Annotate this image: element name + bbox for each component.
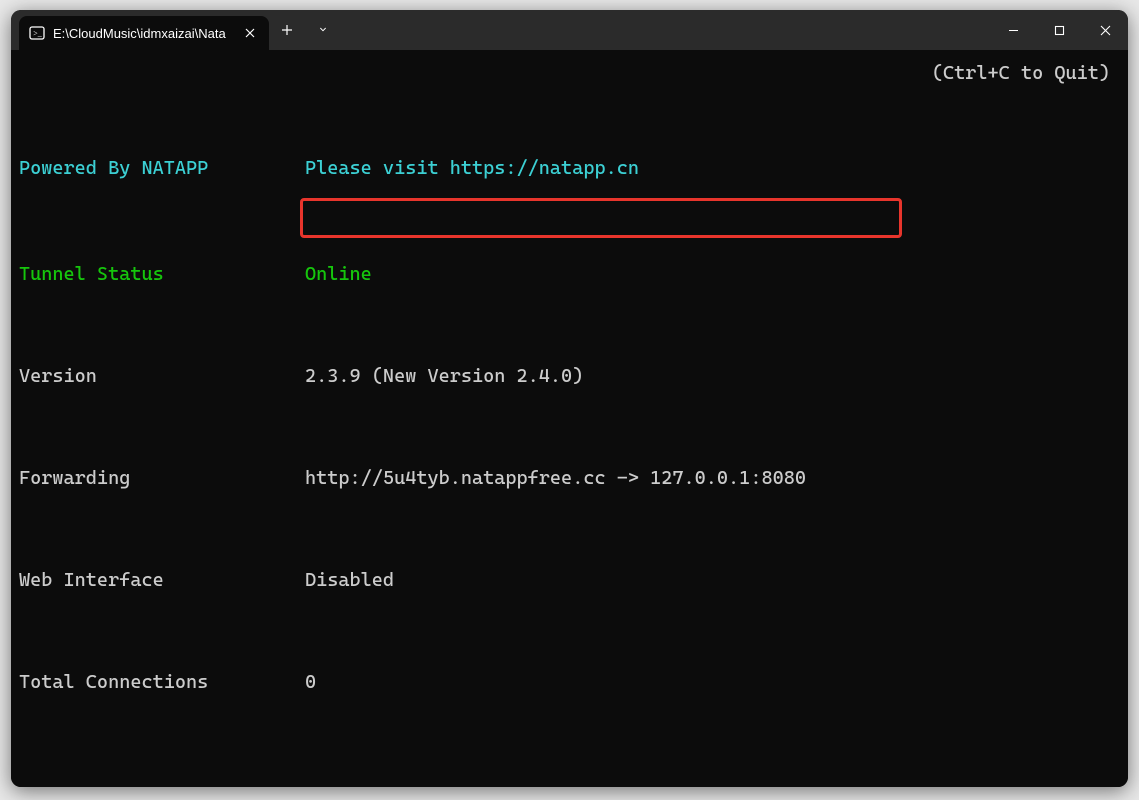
header-visit-url: Please visit https://natapp.cn bbox=[305, 159, 639, 178]
minimize-button[interactable] bbox=[990, 10, 1036, 50]
new-tab-button[interactable] bbox=[269, 10, 305, 50]
terminal-window: >_ E:\CloudMusic\idmxaizai\Nata bbox=[11, 10, 1128, 787]
value-web-interface: Disabled bbox=[305, 571, 394, 590]
quit-hint: (Ctrl+C to Quit) bbox=[932, 64, 1110, 83]
tab-close-button[interactable] bbox=[241, 24, 259, 42]
label-total-connections: Total Connections bbox=[19, 673, 305, 692]
value-total-connections: 0 bbox=[305, 673, 316, 692]
terminal-app-icon: >_ bbox=[29, 25, 45, 41]
forwarding-highlight-annotation bbox=[300, 198, 902, 238]
tab-dropdown-button[interactable] bbox=[305, 10, 341, 50]
header-powered-by: Powered By NATAPP bbox=[19, 159, 305, 178]
value-tunnel-status: Online bbox=[305, 265, 372, 284]
label-version: Version bbox=[19, 367, 305, 386]
titlebar-drag-region[interactable] bbox=[341, 10, 990, 50]
svg-text:>_: >_ bbox=[33, 29, 43, 38]
close-window-button[interactable] bbox=[1082, 10, 1128, 50]
tab-title: E:\CloudMusic\idmxaizai\Nata bbox=[53, 26, 233, 41]
window-controls bbox=[990, 10, 1128, 50]
maximize-button[interactable] bbox=[1036, 10, 1082, 50]
label-forwarding: Forwarding bbox=[19, 469, 305, 488]
tab-strip: >_ E:\CloudMusic\idmxaizai\Nata bbox=[11, 10, 269, 50]
titlebar: >_ E:\CloudMusic\idmxaizai\Nata bbox=[11, 10, 1128, 50]
tab-active[interactable]: >_ E:\CloudMusic\idmxaizai\Nata bbox=[19, 16, 269, 50]
value-forwarding: http://5u4tyb.natappfree.cc -> 127.0.0.1… bbox=[305, 469, 806, 488]
label-tunnel-status: Tunnel Status bbox=[19, 265, 305, 284]
label-web-interface: Web Interface bbox=[19, 571, 305, 590]
terminal-body[interactable]: (Ctrl+C to Quit) Powered By NATAPP Pleas… bbox=[11, 50, 1128, 787]
value-version: 2.3.9 (New Version 2.4.0) bbox=[305, 367, 583, 386]
